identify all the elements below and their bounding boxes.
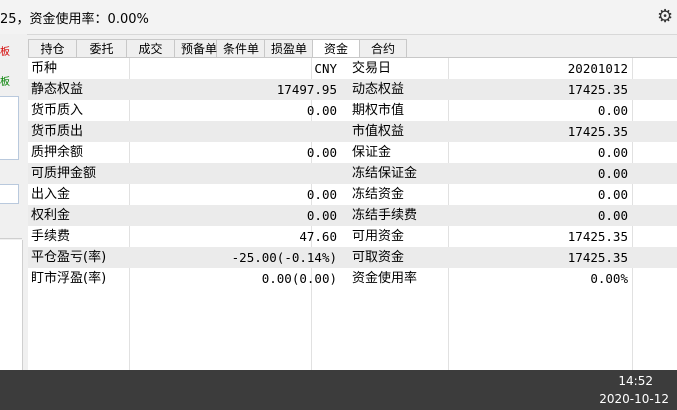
table-row: 可质押金额 冻结保证金 0.00 bbox=[28, 163, 677, 184]
field-label: 质押余额 bbox=[31, 145, 84, 160]
field-label: 冻结手续费 bbox=[352, 208, 418, 223]
tab-stop-orders[interactable]: 损盈单 bbox=[265, 39, 313, 58]
table-row: 盯市浮盈(率) 0.00(0.00) 资金使用率 0.00% bbox=[28, 268, 677, 289]
tab-bar: 持仓 委托 成交 预备单 条件单 损盈单 资金 合约 bbox=[28, 39, 407, 59]
field-value: CNY bbox=[314, 61, 337, 76]
left-panel: 板 板 bbox=[0, 34, 27, 370]
field-label: 可用资金 bbox=[352, 229, 405, 244]
field-value: 0.00 bbox=[597, 166, 628, 181]
field-value: 0.00 bbox=[597, 208, 628, 223]
table-row: 质押余额 0.00 保证金 0.00 bbox=[28, 142, 677, 163]
field-value: 0.00 bbox=[306, 208, 337, 223]
tab-positions[interactable]: 持仓 bbox=[28, 39, 77, 58]
green-board-tag: 板 bbox=[0, 77, 10, 88]
tab-orders[interactable]: 委托 bbox=[77, 39, 127, 58]
field-value: -25.00(-0.14%) bbox=[231, 250, 337, 265]
left-panel-list[interactable] bbox=[0, 240, 23, 370]
tab-prepared-orders[interactable]: 预备单 bbox=[175, 39, 217, 58]
field-value: 47.60 bbox=[299, 229, 337, 244]
table-row: 平仓盈亏(率) -25.00(-0.14%) 可取资金 17425.35 bbox=[28, 247, 677, 268]
field-value: 0.00% bbox=[590, 271, 628, 286]
field-label: 市值权益 bbox=[352, 124, 405, 139]
table-row: 货币质入 0.00 期权市值 0.00 bbox=[28, 100, 677, 121]
field-label: 货币质入 bbox=[31, 103, 84, 118]
field-label: 出入金 bbox=[31, 187, 71, 202]
account-status-bar: 25，资金使用率：0.00% ⚙ bbox=[0, 0, 677, 35]
field-value: 17425.35 bbox=[567, 82, 628, 97]
left-panel-box[interactable] bbox=[0, 96, 19, 160]
red-board-tag: 板 bbox=[0, 47, 10, 58]
field-label: 货币质出 bbox=[31, 124, 84, 139]
field-label: 资金使用率 bbox=[352, 271, 418, 286]
tab-contracts[interactable]: 合约 bbox=[360, 39, 407, 58]
tab-funds[interactable]: 资金 bbox=[313, 39, 360, 59]
field-label: 可质押金额 bbox=[31, 166, 97, 181]
field-value: 0.00 bbox=[597, 103, 628, 118]
field-label: 冻结保证金 bbox=[352, 166, 418, 181]
field-value: 17425.35 bbox=[567, 229, 628, 244]
field-value: 17425.35 bbox=[567, 250, 628, 265]
field-label: 保证金 bbox=[352, 145, 392, 160]
gear-icon[interactable]: ⚙ bbox=[657, 7, 677, 27]
left-panel-divider bbox=[0, 238, 22, 239]
field-label: 平仓盈亏(率) bbox=[31, 250, 107, 265]
clock-time[interactable]: 14:52 bbox=[618, 374, 653, 388]
table-row: 权利金 0.00 冻结手续费 0.00 bbox=[28, 205, 677, 226]
clock-date[interactable]: 2020-10-12 bbox=[599, 392, 669, 406]
field-value: 0.00 bbox=[306, 103, 337, 118]
table-row: 手续费 47.60 可用资金 17425.35 bbox=[28, 226, 677, 247]
field-label: 手续费 bbox=[31, 229, 71, 244]
field-value: 0.00 bbox=[306, 187, 337, 202]
left-panel-button[interactable] bbox=[0, 184, 19, 204]
table-row: 货币质出 市值权益 17425.35 bbox=[28, 121, 677, 142]
field-label: 权利金 bbox=[31, 208, 71, 223]
field-value: 0.00(0.00) bbox=[261, 271, 337, 286]
table-row: 出入金 0.00 冻结资金 0.00 bbox=[28, 184, 677, 205]
field-label: 静态权益 bbox=[31, 82, 84, 97]
field-label: 交易日 bbox=[352, 61, 392, 76]
field-value: 0.00 bbox=[597, 145, 628, 160]
field-label: 可取资金 bbox=[352, 250, 405, 265]
table-row: 静态权益 17497.95 动态权益 17425.35 bbox=[28, 79, 677, 100]
tab-trades[interactable]: 成交 bbox=[127, 39, 175, 58]
field-value: 17497.95 bbox=[276, 82, 337, 97]
fund-usage-status: 25，资金使用率：0.00% bbox=[0, 12, 149, 27]
field-label: 动态权益 bbox=[352, 82, 405, 97]
taskbar: 14:52 2020-10-12 bbox=[0, 370, 677, 410]
field-value: 0.00 bbox=[597, 187, 628, 202]
tab-conditional-orders[interactable]: 条件单 bbox=[217, 39, 265, 58]
field-value: 20201012 bbox=[567, 61, 628, 76]
field-value: 0.00 bbox=[306, 145, 337, 160]
field-label: 期权市值 bbox=[352, 103, 405, 118]
field-label: 币种 bbox=[31, 61, 58, 76]
field-label: 盯市浮盈(率) bbox=[31, 271, 107, 286]
field-label: 冻结资金 bbox=[352, 187, 405, 202]
funds-table: 币种 CNY 交易日 20201012 静态权益 17497.95 动态权益 1… bbox=[28, 57, 677, 371]
table-row: 币种 CNY 交易日 20201012 bbox=[28, 58, 677, 79]
field-value: 17425.35 bbox=[567, 124, 628, 139]
